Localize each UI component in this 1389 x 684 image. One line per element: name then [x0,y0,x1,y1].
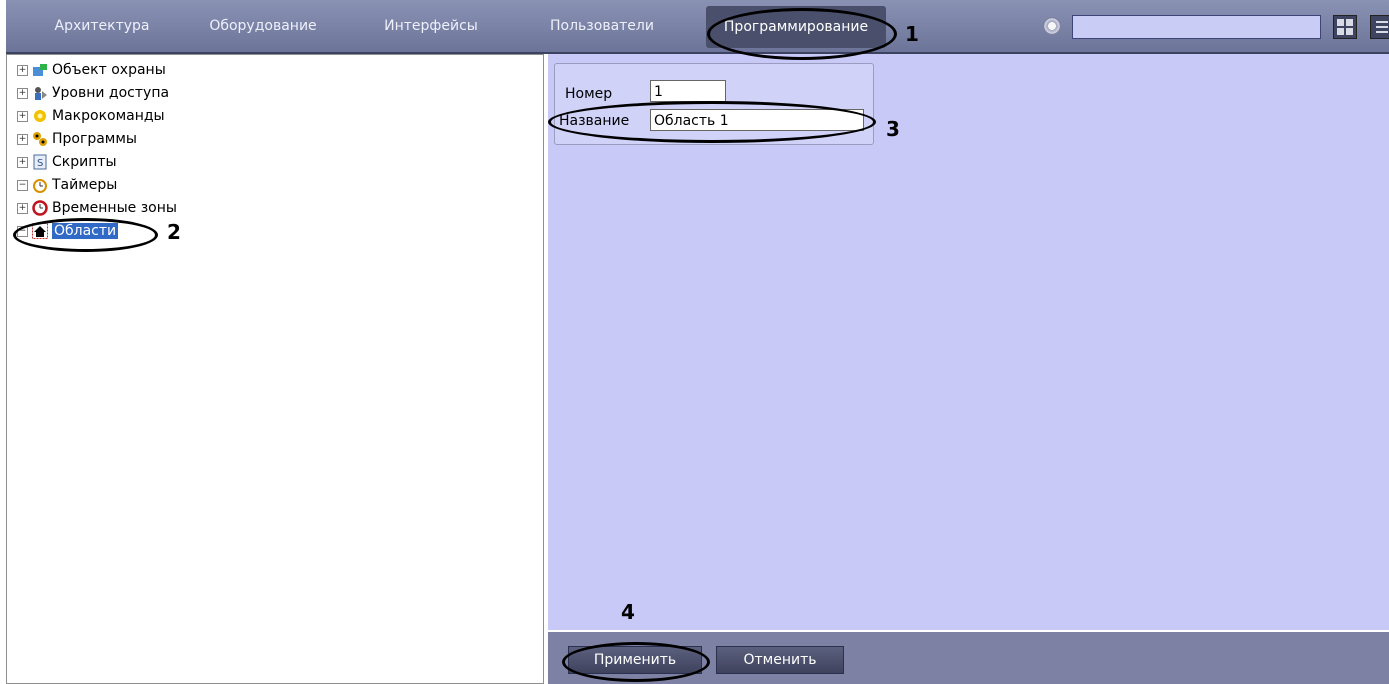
tree-item-programs[interactable]: + Программы [17,128,137,150]
tree-item-security-object[interactable]: + Объект охраны [17,59,166,81]
tab-users[interactable]: Пользователи [542,0,662,52]
area-icon [32,223,48,239]
tab-equipment[interactable]: Оборудование [202,0,324,52]
object-tree: + Объект охраны + Уровни доступа + Макро… [6,54,544,684]
tree-item-macros[interactable]: + Макрокоманды [17,105,165,127]
number-label: Номер [565,86,613,102]
tab-interfaces[interactable]: Интерфейсы [376,0,486,52]
svg-text:S: S [37,158,43,169]
tree-item-label: Программы [52,131,137,147]
callout-number-1: 1 [905,22,919,46]
access-levels-icon [35,87,47,100]
tree-item-areas[interactable]: − Области [17,220,119,242]
tree-item-timers[interactable]: − Таймеры [17,174,117,196]
search-input[interactable] [1072,15,1321,39]
expand-icon[interactable]: + [17,202,28,214]
grid-view-icon[interactable] [1333,15,1357,39]
callout-number-3: 3 [886,117,900,141]
tree-item-label: Объект охраны [52,62,166,78]
name-label: Название [559,113,630,129]
cancel-button[interactable]: Отменить [716,646,844,674]
tree-item-access-levels[interactable]: + Уровни доступа [17,82,169,104]
callout-number-2: 2 [167,220,181,244]
tab-architecture[interactable]: Архитектура [46,0,158,52]
apply-button[interactable]: Применить [568,646,702,674]
tree-item-label: Макрокоманды [52,108,165,124]
top-menu-bar: Архитектура Оборудование Интерфейсы Поль… [6,0,1389,54]
scripts-icon: S [33,154,47,170]
expand-icon[interactable]: + [17,156,28,168]
collapse-icon[interactable]: − [17,225,28,237]
time-zone-icon [32,200,48,216]
tree-item-time-zones[interactable]: + Временные зоны [17,197,177,219]
expand-icon[interactable]: + [17,110,28,122]
tree-item-label: Области [52,223,119,239]
expand-icon[interactable]: + [17,64,28,76]
list-view-icon[interactable] [1370,15,1389,39]
tree-item-label: Уровни доступа [52,85,170,101]
macro-icon [34,110,46,122]
tree-item-label: Таймеры [52,177,118,193]
security-object-icon [33,64,47,76]
callout-number-4: 4 [621,600,635,624]
expand-icon[interactable]: + [17,133,28,145]
tree-item-label: Временные зоны [52,200,177,216]
tree-item-label: Скрипты [52,154,117,170]
expand-icon[interactable]: + [17,87,28,99]
area-settings-group: Номер 1 Название Область 1 [554,63,874,145]
action-bar: Применить Отменить [548,632,1389,684]
tab-programming[interactable]: Программирование [706,6,886,48]
name-field[interactable]: Область 1 [650,109,864,131]
number-field[interactable]: 1 [650,80,726,102]
gear-icon[interactable] [1043,17,1061,35]
settings-panel: Номер 1 Название Область 1 [548,54,1389,630]
tree-item-scripts[interactable]: + S Скрипты [17,151,117,173]
timer-icon [33,179,47,193]
programs-icon [33,132,47,146]
collapse-icon[interactable]: − [17,179,28,191]
